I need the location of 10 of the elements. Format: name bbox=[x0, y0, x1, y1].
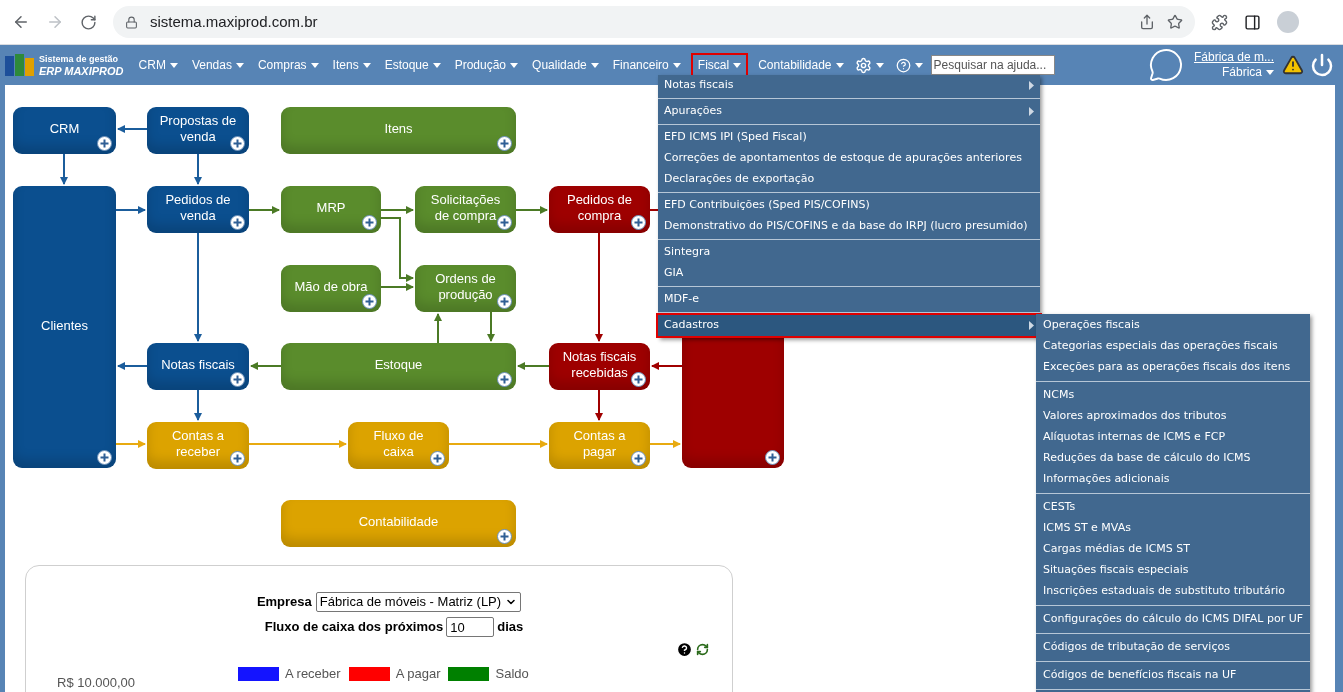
legend-label: A pagar bbox=[395, 665, 441, 683]
url-text: sistema.maxiprod.com.br bbox=[150, 11, 318, 32]
logo-subtitle: Sistema de gestão bbox=[39, 53, 120, 65]
legend-label: Saldo bbox=[495, 665, 529, 683]
days-label: Fluxo de caixa dos próximos bbox=[264, 618, 444, 637]
legend-label: A receber bbox=[285, 665, 341, 683]
axis-label: R$ 10.000,00 bbox=[57, 675, 136, 690]
company-label: Empresa bbox=[256, 593, 312, 612]
days-unit: dias bbox=[497, 618, 524, 637]
logo-title: ERP MAXIPROD bbox=[39, 65, 124, 77]
